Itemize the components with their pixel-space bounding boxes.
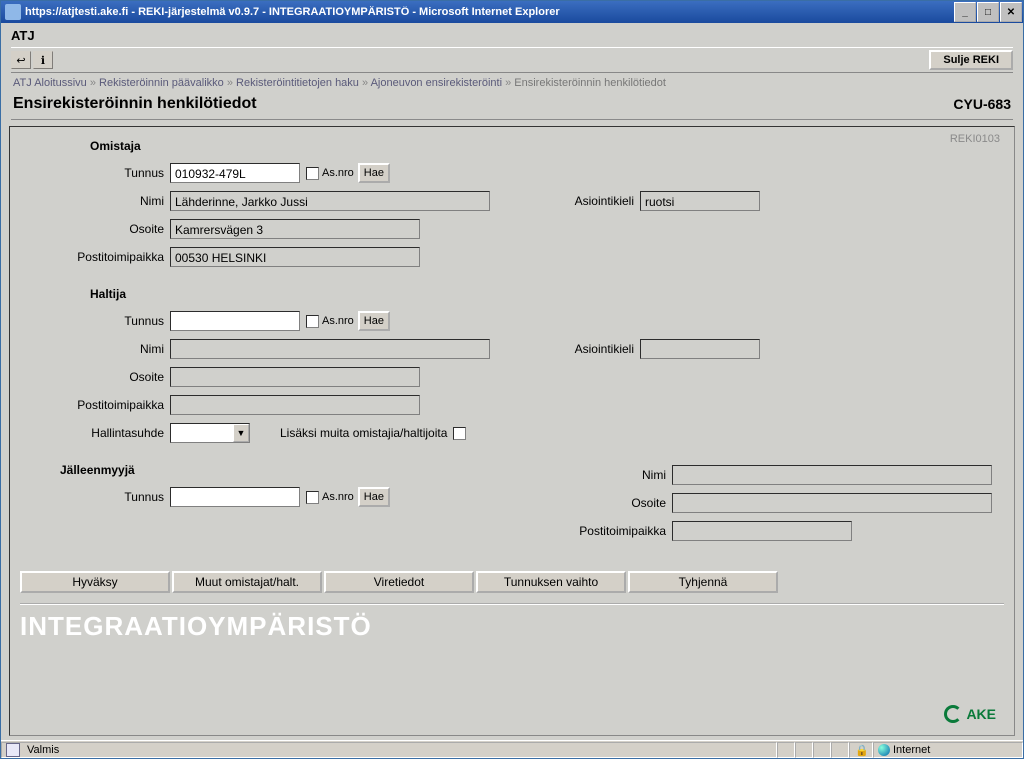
breadcrumb-link[interactable]: Rekisteröinnin päävalikko <box>99 77 224 89</box>
jalleenmyyja-tunnus-input[interactable] <box>170 487 300 507</box>
registration-number: CYU-683 <box>953 96 1011 112</box>
lisaksi-checkbox[interactable] <box>453 427 466 440</box>
omistaja-osoite: Kamrersvägen 3 <box>170 219 420 239</box>
screen-id: REKI0103 <box>950 133 1000 145</box>
breadcrumb: ATJ Aloitussivu » Rekisteröinnin päävali… <box>11 73 1013 93</box>
status-text: Valmis <box>27 744 59 756</box>
close-window-button[interactable]: ✕ <box>1000 2 1022 22</box>
ie-icon <box>5 4 21 20</box>
back-button[interactable]: ↩ <box>11 51 31 69</box>
form-panel: REKI0103 Omistaja Tunnus 010932-479L As.… <box>9 126 1015 736</box>
tyhjenna-button[interactable]: Tyhjennä <box>628 571 778 593</box>
page-icon <box>6 743 20 757</box>
omistaja-asiointikieli: ruotsi <box>640 191 760 211</box>
jalleenmyyja-hae-button[interactable]: Hae <box>358 487 390 507</box>
browser-window: https://atjtesti.ake.fi - REKI-järjestel… <box>0 0 1024 759</box>
section-omistaja: Omistaja <box>90 139 1004 153</box>
zone-text: Internet <box>893 744 930 756</box>
close-reki-button[interactable]: Sulje REKI <box>929 50 1013 70</box>
haltija-asiointikieli <box>640 339 760 359</box>
window-title: https://atjtesti.ake.fi - REKI-järjestel… <box>25 6 954 18</box>
jalleenmyyja-postitoimipaikka <box>672 521 852 541</box>
breadcrumb-link[interactable]: Rekisteröintitietojen haku <box>236 77 359 89</box>
haltija-tunnus-input[interactable] <box>170 311 300 331</box>
jalleenmyyja-nimi <box>672 465 992 485</box>
ake-logo: AKE <box>944 705 996 723</box>
status-bar: Valmis Internet <box>1 740 1023 758</box>
globe-icon <box>878 744 890 756</box>
chevron-down-icon: ▼ <box>233 424 249 442</box>
section-haltija: Haltija <box>90 287 1004 301</box>
help-button[interactable]: ℹ <box>33 51 53 69</box>
app-name: ATJ <box>11 26 1013 47</box>
viretiedot-button[interactable]: Viretiedot <box>324 571 474 593</box>
page-title: Ensirekisteröinnin henkilötiedot <box>13 95 953 113</box>
maximize-button[interactable]: □ <box>977 2 999 22</box>
section-jalleenmyyja: Jälleenmyyjä <box>60 463 512 477</box>
content-area: ATJ ↩ ℹ Sulje REKI ATJ Aloitussivu » Rek… <box>1 23 1023 740</box>
label-tunnus: Tunnus <box>20 166 170 180</box>
titlebar: https://atjtesti.ake.fi - REKI-järjestel… <box>1 1 1023 23</box>
omistaja-postitoimipaikka: 00530 HELSINKI <box>170 247 420 267</box>
ake-swirl-icon <box>944 705 962 723</box>
jalleenmyyja-asnro-checkbox[interactable] <box>306 491 319 504</box>
haltija-hae-button[interactable]: Hae <box>358 311 390 331</box>
tunnuksen-vaihto-button[interactable]: Tunnuksen vaihto <box>476 571 626 593</box>
lock-icon <box>855 744 867 756</box>
haltija-asnro-checkbox[interactable] <box>306 315 319 328</box>
omistaja-tunnus-input[interactable]: 010932-479L <box>170 163 300 183</box>
breadcrumb-link[interactable]: ATJ Aloitussivu <box>13 77 87 89</box>
jalleenmyyja-osoite <box>672 493 992 513</box>
hallintasuhde-select[interactable]: ▼ <box>170 423 250 443</box>
haltija-nimi <box>170 339 490 359</box>
omistaja-asnro-checkbox[interactable] <box>306 167 319 180</box>
hyvaksy-button[interactable]: Hyväksy <box>20 571 170 593</box>
breadcrumb-link[interactable]: Ajoneuvon ensirekisteröinti <box>371 77 502 89</box>
omistaja-nimi: Lähderinne, Jarkko Jussi <box>170 191 490 211</box>
haltija-osoite <box>170 367 420 387</box>
breadcrumb-current: Ensirekisteröinnin henkilötiedot <box>514 77 666 89</box>
omistaja-hae-button[interactable]: Hae <box>358 163 390 183</box>
environment-label: INTEGRAATIOYMPÄRISTÖ <box>20 611 1004 642</box>
toolbar: ↩ ℹ Sulje REKI <box>11 47 1013 73</box>
muut-omistajat-button[interactable]: Muut omistajat/halt. <box>172 571 322 593</box>
button-bar: Hyväksy Muut omistajat/halt. Viretiedot … <box>20 571 1004 605</box>
minimize-button[interactable]: _ <box>954 2 976 22</box>
haltija-postitoimipaikka <box>170 395 420 415</box>
